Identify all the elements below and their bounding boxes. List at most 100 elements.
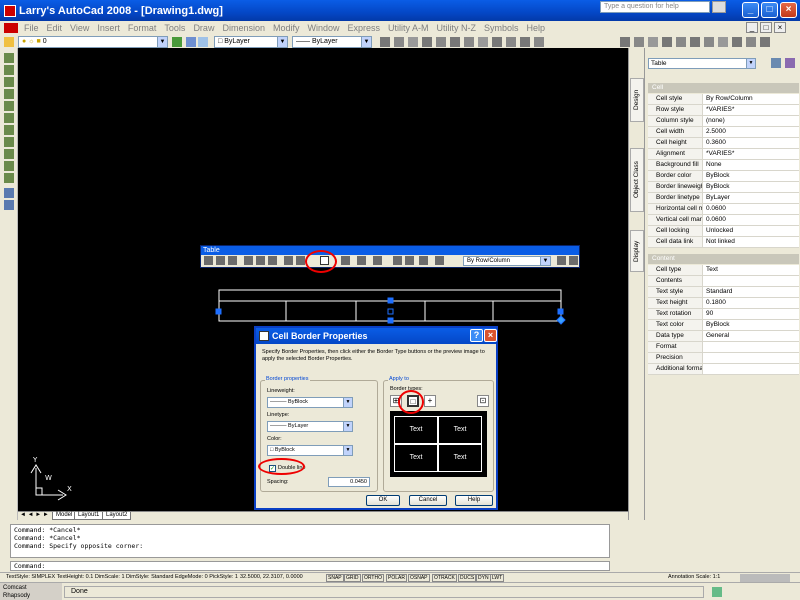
point-icon[interactable] [760, 37, 770, 47]
menu-view[interactable]: View [66, 23, 93, 33]
delete-row-icon[interactable] [228, 256, 237, 265]
stretch-icon[interactable] [492, 37, 502, 47]
menu-tools[interactable]: Tools [160, 23, 189, 33]
make-current-icon[interactable] [172, 37, 182, 47]
menu-express[interactable]: Express [344, 23, 385, 33]
tab-design[interactable]: Design [630, 78, 644, 122]
annotation-scale[interactable]: Annotation Scale: 1:1 [668, 573, 720, 582]
tool-icon[interactable] [4, 173, 14, 183]
draw-arc-icon[interactable] [676, 37, 686, 47]
property-value[interactable]: (none) [706, 116, 725, 126]
property-value[interactable]: 90 [706, 309, 713, 319]
merge-cells-icon[interactable] [284, 256, 293, 265]
mirror-icon[interactable] [408, 37, 418, 47]
property-value[interactable]: Unlocked [706, 226, 733, 236]
draw-line-icon[interactable] [634, 37, 644, 47]
property-row[interactable]: Column style (none) [648, 116, 799, 127]
menu-draw[interactable]: Draw [189, 23, 218, 33]
doc-close-button[interactable]: × [774, 22, 786, 33]
property-row[interactable]: Border lineweight ByBlock [648, 182, 799, 193]
tool-icon[interactable] [4, 89, 14, 99]
menu-utility-a-m[interactable]: Utility A-M [384, 23, 433, 33]
property-row[interactable]: Row style *VARIES* [648, 105, 799, 116]
tray-icon[interactable] [712, 587, 722, 597]
linetype-dropdown[interactable]: —— ByLayer ▼ [292, 36, 372, 48]
property-row[interactable]: Contents [648, 276, 799, 287]
modify-toolbar-erase-icon[interactable] [380, 37, 390, 47]
cancel-button[interactable]: Cancel [409, 495, 447, 506]
property-value[interactable]: 0.3600 [706, 138, 726, 148]
document-icon[interactable] [4, 23, 18, 33]
autocad-app-icon[interactable] [4, 4, 16, 17]
insert-column-left-icon[interactable] [244, 256, 253, 265]
copy-icon[interactable] [394, 37, 404, 47]
property-row[interactable]: Text rotation 90 [648, 309, 799, 320]
property-row[interactable]: Data type General [648, 331, 799, 342]
trim-icon[interactable] [506, 37, 516, 47]
insert-row-above-icon[interactable] [204, 256, 213, 265]
cell-section-header[interactable]: Cell [648, 83, 799, 93]
offset-icon[interactable] [422, 37, 432, 47]
layer-previous-icon[interactable] [186, 37, 196, 47]
minimize-button[interactable]: _ [742, 2, 759, 18]
content-section-header[interactable]: Content [648, 254, 799, 264]
hatch-icon[interactable] [718, 37, 728, 47]
property-row[interactable]: Vertical cell mar... 0.0600 [648, 215, 799, 226]
spacing-input[interactable]: 0.0450 [328, 477, 370, 487]
extend-icon[interactable] [520, 37, 530, 47]
ok-button[interactable]: OK [366, 495, 400, 506]
color-dropdown[interactable]: □ ByLayer ▼ [214, 36, 288, 48]
property-value[interactable]: 0.1800 [706, 298, 726, 308]
delete-column-icon[interactable] [268, 256, 277, 265]
select-objects-icon[interactable] [771, 58, 781, 68]
property-row[interactable]: Additional format [648, 364, 799, 375]
tool-icon[interactable] [4, 161, 14, 171]
alignment-icon[interactable] [341, 256, 350, 265]
match-cell-icon[interactable] [435, 256, 444, 265]
draw-circle-icon[interactable] [662, 37, 672, 47]
quick-select-icon[interactable] [785, 58, 795, 68]
command-input[interactable]: Command: [10, 561, 610, 571]
dialog-title-bar[interactable]: Cell Border Properties ? × [256, 328, 497, 344]
layer-manager-icon[interactable] [4, 37, 14, 47]
rotate-icon[interactable] [464, 37, 474, 47]
menu-dimension[interactable]: Dimension [218, 23, 269, 33]
tool-icon[interactable] [4, 149, 14, 159]
menu-window[interactable]: Window [304, 23, 344, 33]
menu-symbols[interactable]: Symbols [480, 23, 523, 33]
menu-modify[interactable]: Modify [269, 23, 304, 33]
tool-icon[interactable] [4, 137, 14, 147]
help-search-input[interactable]: Type a question for help [600, 1, 710, 13]
toggle-ducs[interactable]: DUCS [458, 574, 477, 582]
property-row[interactable]: Text style Standard [648, 287, 799, 298]
comcast-label[interactable]: Comcast [3, 584, 59, 592]
property-value[interactable]: ByBlock [706, 320, 729, 330]
mtext-icon[interactable] [704, 37, 714, 47]
property-row[interactable]: Alignment *VARIES* [648, 149, 799, 160]
insert-field-icon[interactable] [405, 256, 414, 265]
toggle-snap[interactable]: SNAP [326, 574, 344, 582]
tab-navigation-arrows[interactable]: ◄ ◄ ► ► [20, 512, 49, 518]
tool-icon[interactable] [4, 188, 14, 198]
toggle-lwt[interactable]: LWT [490, 574, 505, 582]
object-type-dropdown[interactable]: Table ▼ [648, 58, 756, 69]
property-value[interactable]: 2.5000 [706, 127, 726, 137]
property-value[interactable]: Standard [706, 287, 732, 297]
draw-rectangle-icon[interactable] [690, 37, 700, 47]
break-icon[interactable] [534, 37, 544, 47]
property-row[interactable]: Cell locking Unlocked [648, 226, 799, 237]
move-icon[interactable] [450, 37, 460, 47]
block-icon[interactable] [732, 37, 742, 47]
tool-icon[interactable] [4, 77, 14, 87]
table-icon[interactable] [746, 37, 756, 47]
property-value[interactable]: ByBlock [706, 182, 729, 192]
color-dropdown[interactable]: □ ByBlock ▼ [267, 445, 353, 456]
toggle-polar[interactable]: POLAR [386, 574, 407, 582]
property-row[interactable]: Text color ByBlock [648, 320, 799, 331]
tab-object-class[interactable]: Object Class [630, 148, 644, 212]
link-cell-icon[interactable] [557, 256, 566, 265]
property-row[interactable]: Cell type Text [648, 265, 799, 276]
property-row[interactable]: Precision [648, 353, 799, 364]
help-question-icon[interactable]: ? [470, 329, 483, 342]
data-format-icon[interactable] [373, 256, 382, 265]
